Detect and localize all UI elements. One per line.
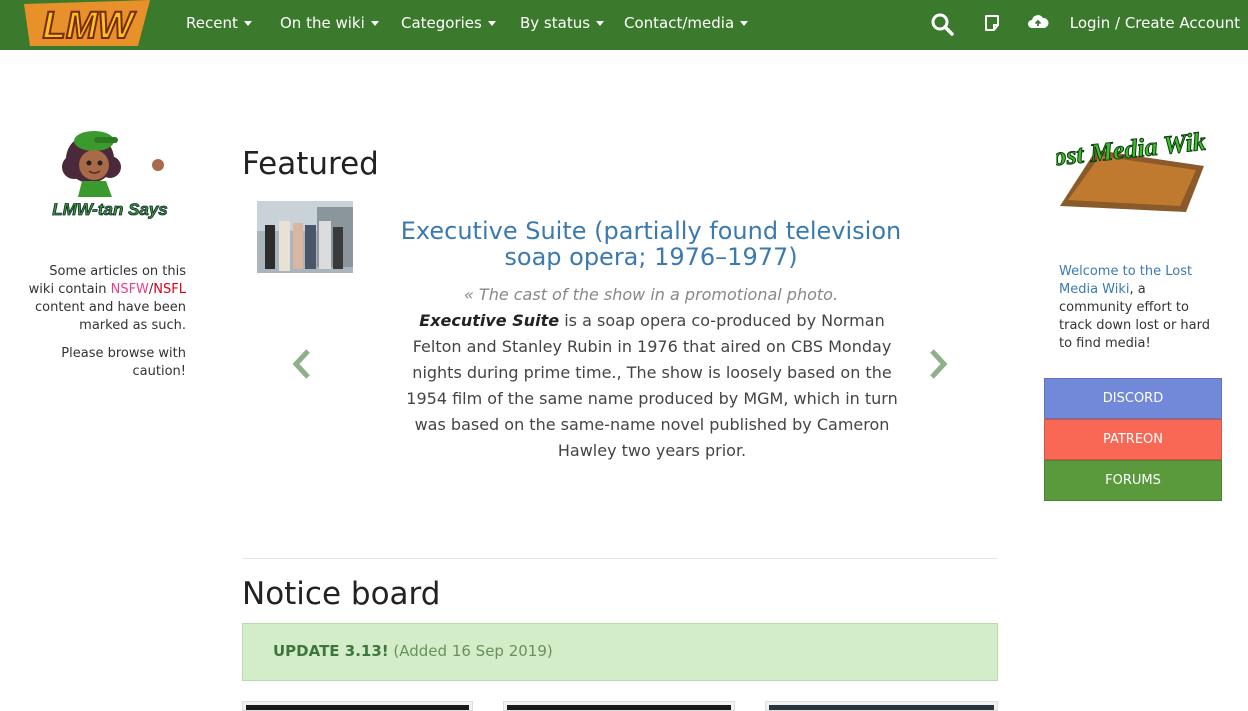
featured-image-caption: « The cast of the show in a promotional … (463, 285, 839, 304)
caution-text: Please browse with caution! (61, 346, 186, 379)
nav-recent[interactable]: Recent (186, 14, 252, 32)
featured-article-name: Executive Suite (419, 311, 560, 330)
nav-by-status-label: By status (520, 14, 591, 32)
patreon-button[interactable]: PATREON (1044, 419, 1222, 460)
featured-article-title[interactable]: Executive Suite (partially found televis… (400, 218, 902, 270)
notice-update-text: UPDATE 3.13! (Added 16 Sep 2019) (273, 642, 553, 660)
notice-thumbnail[interactable] (503, 701, 735, 711)
nav-recent-label: Recent (186, 14, 238, 32)
caret-down-icon (596, 21, 605, 26)
nsfl-link[interactable]: NSFL (153, 282, 186, 297)
thumbnail-image (246, 705, 469, 710)
notice-thumbnail[interactable] (242, 701, 473, 711)
featured-article-summary: Executive Suite is a soap opera co-produ… (402, 308, 902, 464)
caret-down-icon (370, 21, 379, 26)
update-date: (Added 16 Sep 2019) (393, 642, 553, 660)
svg-text:LMW-tan Says: LMW-tan Says (52, 200, 168, 219)
nav-categories-label: Categories (401, 14, 482, 32)
nsfw-link[interactable]: NSFW (111, 282, 149, 297)
forums-button[interactable]: FORUMS (1044, 460, 1222, 501)
cloud-upload-icon[interactable] (1027, 13, 1049, 31)
nav-by-status[interactable]: By status (520, 14, 605, 32)
discord-button[interactable]: DISCORD (1044, 378, 1222, 419)
warning-text-post: content and have been marked as such. (34, 300, 186, 333)
featured-article-image[interactable] (257, 201, 353, 273)
nav-contact-media-label: Contact/media (624, 14, 735, 32)
carousel-prev-icon[interactable] (290, 348, 314, 380)
caret-down-icon (243, 21, 252, 26)
lmw-tan-mascot-image: LMW-tan Says (52, 131, 168, 219)
featured-article-text: is a soap opera co-produced by Norman Fe… (406, 311, 898, 460)
svg-text:LMW: LMW (43, 5, 137, 47)
top-navbar: LMW Recent On the wiki Categories By sta… (0, 0, 1248, 50)
welcome-link[interactable]: Welcome to the Lost Media Wiki (1059, 264, 1192, 297)
caret-down-icon (487, 21, 496, 26)
edit-note-icon[interactable] (983, 14, 1001, 32)
thumbnail-image (769, 705, 994, 710)
nav-contact-media[interactable]: Contact/media (624, 14, 749, 32)
lost-media-wiki-logo: Lost Media Wiki (1056, 126, 1206, 212)
featured-heading: Featured (242, 146, 379, 182)
search-icon[interactable] (930, 12, 954, 36)
content-warning: Some articles on this wiki contain NSFW/… (20, 263, 186, 391)
thumbnail-image (507, 705, 731, 710)
section-divider (242, 558, 998, 559)
site-logo[interactable]: LMW (22, 0, 156, 48)
notice-update-banner: UPDATE 3.13! (Added 16 Sep 2019) (242, 623, 998, 681)
update-link[interactable]: UPDATE 3.13! (273, 642, 389, 660)
login-create-account-link[interactable]: Login / Create Account (1070, 14, 1240, 32)
notice-thumbnail[interactable] (765, 701, 998, 711)
carousel-next-icon[interactable] (926, 348, 950, 380)
nsfw-warning-text: Some articles on this wiki contain NSFW/… (20, 263, 186, 335)
nav-on-the-wiki[interactable]: On the wiki (280, 14, 379, 32)
nav-categories[interactable]: Categories (401, 14, 496, 32)
nav-on-the-wiki-label: On the wiki (280, 14, 365, 32)
notice-board-heading: Notice board (242, 576, 441, 612)
welcome-blurb: Welcome to the Lost Media Wiki, a commun… (1059, 263, 1219, 353)
caret-down-icon (740, 21, 749, 26)
